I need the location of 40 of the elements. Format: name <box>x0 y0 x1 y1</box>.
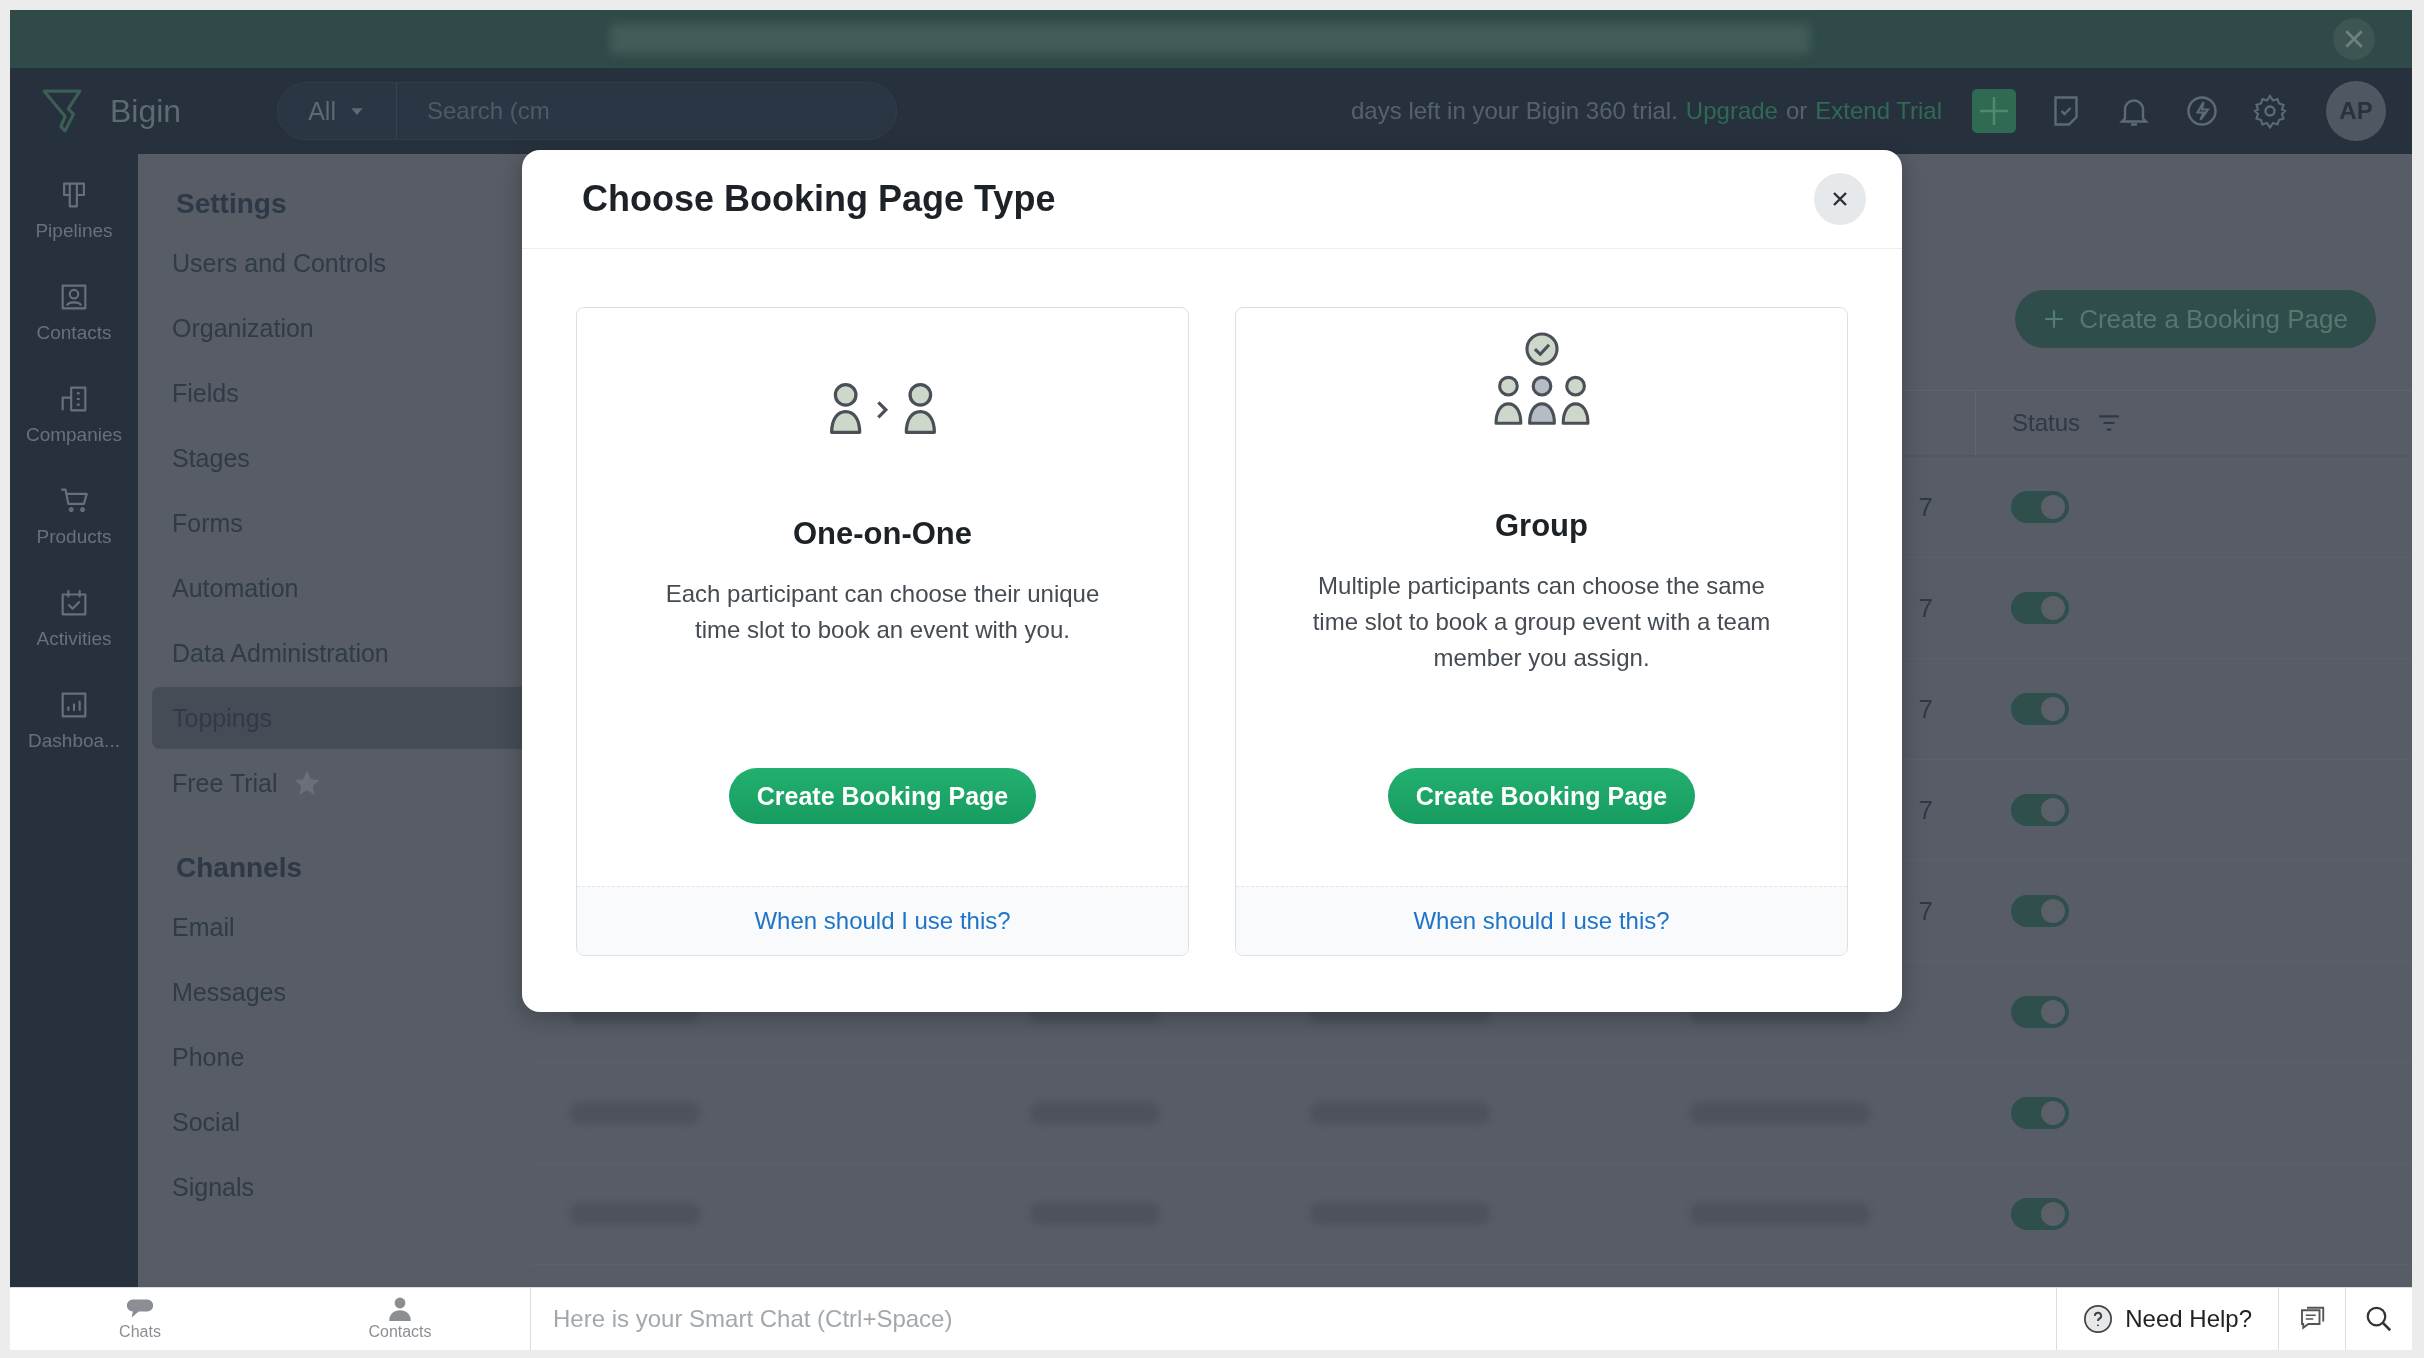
help-icon <box>2083 1304 2114 1334</box>
option-description: Each participant can choose their unique time slot to book an event with you. <box>664 579 1101 645</box>
option-title: Group <box>1495 508 1588 544</box>
settings-icon[interactable] <box>2252 93 2288 129</box>
extend-trial-link[interactable]: Extend Trial <box>1815 97 1942 125</box>
create-booking-page-button[interactable]: Create Booking Page <box>728 768 1037 824</box>
upgrade-link[interactable]: Upgrade <box>1685 97 1778 125</box>
nav-item[interactable]: Activities <box>10 586 138 650</box>
app-name: Bigin <box>110 92 182 130</box>
status-toggle[interactable] <box>2011 491 2069 523</box>
smart-chat-field[interactable]: Here is your Smart Chat (Ctrl+Space) <box>531 1288 2057 1350</box>
status-toggle[interactable] <box>2011 794 2069 826</box>
close-icon[interactable] <box>2332 17 2376 61</box>
dialog-title: Choose Booking Page Type <box>582 178 1056 220</box>
funnel-logo-icon[interactable] <box>40 88 84 134</box>
bottom-tab[interactable]: Contacts <box>270 1288 530 1350</box>
status-toggle[interactable] <box>2011 1198 2069 1230</box>
status-toggle[interactable] <box>2011 592 2069 624</box>
nav-item[interactable]: Pipelines <box>10 178 138 242</box>
search-icon[interactable] <box>2364 1304 2394 1334</box>
caret-icon <box>349 106 364 116</box>
lightning-icon[interactable] <box>2184 93 2220 129</box>
nav-item[interactable]: Contacts <box>10 280 138 344</box>
nav-item[interactable]: Products <box>10 484 138 548</box>
nav-item[interactable]: Dashboa... <box>10 688 138 752</box>
add-button[interactable] <box>1972 89 2016 133</box>
bottom-tab[interactable]: Chats <box>10 1288 270 1350</box>
status-toggle[interactable] <box>2011 1097 2069 1129</box>
help-link[interactable]: When should I use this? <box>1413 907 1670 935</box>
close-button[interactable] <box>1814 173 1866 225</box>
status-toggle[interactable] <box>2011 996 2069 1028</box>
status-toggle[interactable] <box>2011 895 2069 927</box>
nav-item[interactable]: Companies <box>10 382 138 446</box>
plus-icon <box>2043 308 2066 330</box>
filter-icon[interactable] <box>2098 414 2121 432</box>
option-title: One-on-One <box>792 516 973 552</box>
create-booking-page-button[interactable]: Create Booking Page <box>1387 768 1696 824</box>
status-toggle[interactable] <box>2011 693 2069 725</box>
option-description: Multiple participants can choose the same time slot to book a group event with a team member you assign. <box>1311 571 1772 673</box>
help-link[interactable]: When should I use this? <box>754 907 1011 935</box>
